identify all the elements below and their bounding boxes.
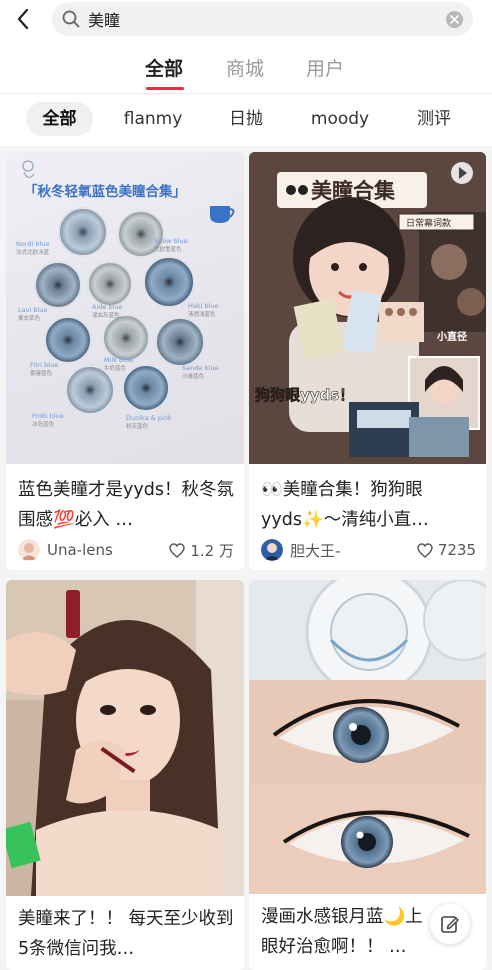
note-meta: 胆大王- 7235 — [261, 538, 476, 562]
like-count[interactable]: 7235 — [417, 541, 476, 559]
author-name[interactable]: 胆大王- — [290, 540, 417, 561]
note-title: 蓝色美瞳才是yyds！秋冬氛围感💯必入 … — [18, 480, 234, 530]
like-count-value: 7235 — [437, 541, 476, 559]
chevron-left-icon — [17, 8, 29, 30]
lens-note: 沙滩蓝色 — [182, 372, 205, 380]
cover-tag: 日常幕词款 — [406, 217, 451, 229]
edit-icon — [441, 916, 459, 933]
like-count[interactable]: 1.2 万 — [169, 540, 234, 561]
lens-label: Lavi blue — [18, 306, 47, 314]
note-title: 漫画水感银月蓝🌙上眼好治愈啊！！ … — [261, 907, 423, 957]
makeup-photo — [6, 580, 244, 896]
chip-moody[interactable]: moody — [302, 102, 378, 136]
search-box[interactable] — [52, 2, 473, 36]
cover-title: 「秋冬轻氧蓝色美瞳合集」 — [24, 183, 186, 200]
lens-label: Milk blue — [104, 356, 133, 364]
lens-label: Frobi blue — [32, 412, 64, 420]
tab-all[interactable]: 全部 — [145, 54, 183, 84]
note-card[interactable]: 美瞳合集 日常幕词款 狗狗眼yyds！ 小直径 👀美瞳合集！狗狗眼yyds✨～清… — [249, 152, 486, 570]
lens-note: 清透浅蓝色 — [188, 310, 216, 318]
lens-note: 粉灰蓝色 — [126, 422, 149, 430]
lens-label: Haki blue — [188, 302, 219, 310]
lens-label: Snow blue — [154, 237, 188, 245]
chip-all[interactable]: 全部 — [26, 102, 93, 136]
lens-collection-graphic: 「秋冬轻氧蓝色美瞳合集」 Nordi blue Snow blue Lavi b… — [16, 160, 235, 430]
top-bar — [0, 0, 492, 40]
chip-flanmy[interactable]: flanmy — [117, 102, 189, 136]
note-cover-image: 美瞳合集 日常幕词款 狗狗眼yyds！ 小直径 — [249, 152, 486, 464]
chip-daily[interactable]: 日抛 — [222, 102, 270, 136]
note-cover-image — [249, 580, 486, 894]
eye-closeup-photo — [249, 580, 486, 894]
lens-note: 北欧雪蓝色 — [154, 245, 182, 253]
note-cover-image — [6, 580, 244, 896]
note-meta: Una-lens 1.2 万 — [18, 538, 234, 562]
compose-note-button[interactable] — [430, 904, 470, 944]
lens-label: Aide blue — [92, 303, 123, 311]
lens-note: 法式北欧冰蓝 — [16, 248, 50, 256]
like-count-value: 1.2 万 — [190, 541, 234, 560]
close-icon — [450, 15, 459, 24]
lens-label: Nordi blue — [16, 240, 49, 248]
lens-note: 薰衣草色 — [18, 314, 41, 322]
filter-chips: 全部 flanmy 日抛 moody 测评 — [0, 94, 492, 146]
lens-note: 牛奶蓝色 — [104, 364, 127, 372]
lens-label: Sande blue — [182, 364, 218, 372]
lens-label: Fitri blue — [30, 361, 58, 369]
tab-users[interactable]: 用户 — [306, 54, 344, 84]
note-card[interactable]: 「秋冬轻氧蓝色美瞳合集」 Nordi blue Snow blue Lavi b… — [6, 152, 244, 570]
note-title: 👀美瞳合集！狗狗眼yyds✨～清纯小直… — [261, 480, 429, 530]
lens-note: 混血灰蓝色 — [92, 311, 120, 319]
chip-review[interactable]: 测评 — [408, 102, 460, 136]
heart-icon — [417, 542, 433, 558]
note-cover-image: 「秋冬轻氧蓝色美瞳合集」 Nordi blue Snow blue Lavi b… — [6, 152, 244, 464]
note-card[interactable]: 美瞳来了！！ 每天至少收到5条微信问我… — [6, 580, 244, 970]
search-input[interactable] — [86, 2, 426, 36]
lens-note: 雾霾蓝色 — [30, 369, 53, 377]
cover-caption: 狗狗眼yyds！ — [255, 386, 354, 404]
avatar[interactable] — [18, 539, 40, 561]
clear-search-button[interactable] — [446, 11, 463, 28]
heart-icon — [169, 542, 186, 558]
lens-haul-photo: 美瞳合集 日常幕词款 狗狗眼yyds！ 小直径 — [249, 152, 486, 464]
active-tab-indicator — [146, 87, 184, 90]
author-name[interactable]: Una-lens — [47, 541, 169, 559]
note-title: 美瞳来了！！ 每天至少收到5条微信问我… — [18, 909, 234, 959]
back-button[interactable] — [10, 6, 36, 32]
tab-mall[interactable]: 商城 — [226, 54, 264, 84]
lens-label: Dunika & pink — [126, 414, 172, 422]
search-icon — [62, 10, 80, 28]
avatar[interactable] — [261, 539, 283, 561]
lens-note: 冰岛蓝色 — [32, 420, 55, 428]
cover-side-label: 小直径 — [436, 330, 467, 343]
result-tabs: 全部 商城 用户 — [0, 40, 492, 94]
